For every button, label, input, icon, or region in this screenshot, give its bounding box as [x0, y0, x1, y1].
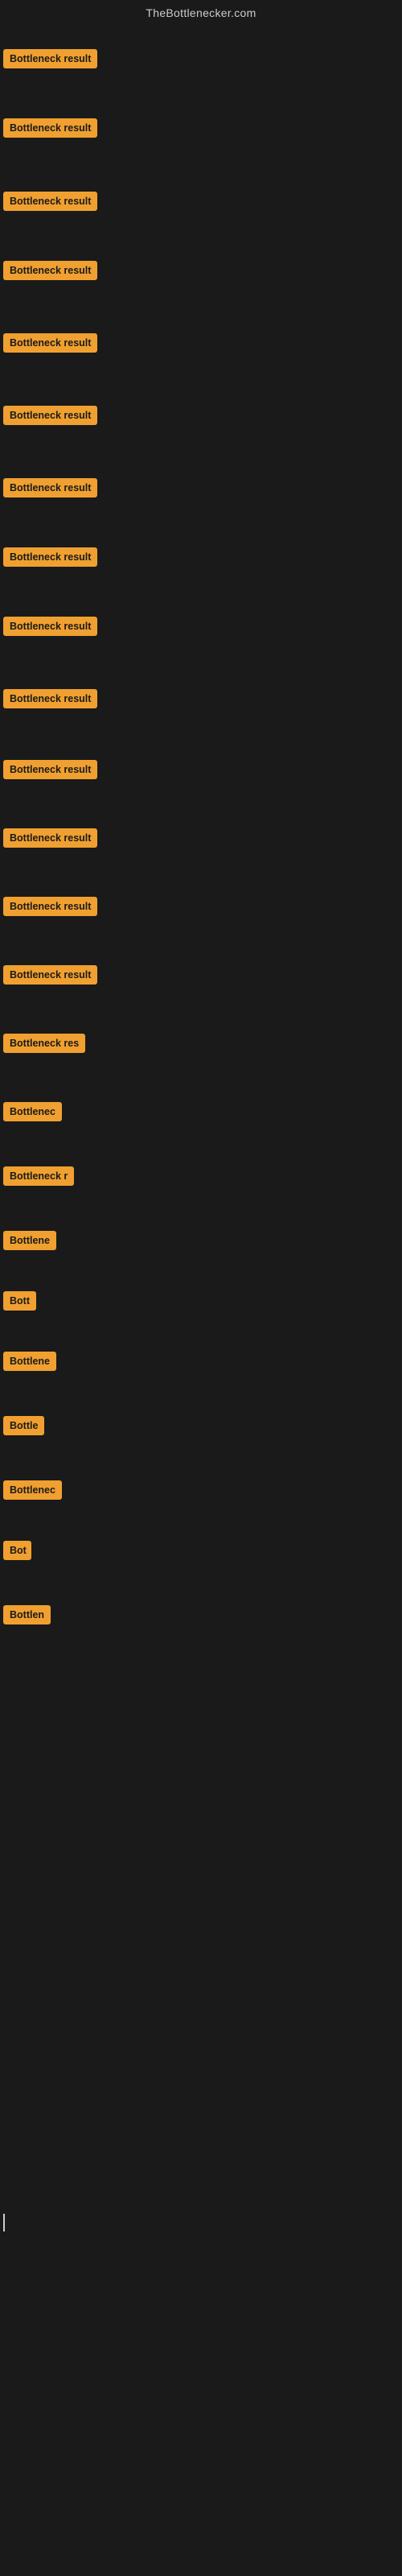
result-row-9: Bottleneck result — [0, 613, 100, 643]
result-row-3: Bottleneck result — [0, 188, 100, 218]
result-row-1: Bottleneck result — [0, 46, 100, 76]
bottleneck-badge-6[interactable]: Bottleneck result — [3, 406, 97, 425]
bottleneck-badge-15[interactable]: Bottleneck res — [3, 1034, 85, 1053]
bottleneck-badge-23[interactable]: Bot — [3, 1541, 31, 1560]
result-row-15: Bottleneck res — [0, 1030, 88, 1060]
result-row-5: Bottleneck result — [0, 330, 100, 360]
result-row-16: Bottlenec — [0, 1099, 65, 1129]
bottleneck-badge-16[interactable]: Bottlenec — [3, 1102, 62, 1121]
result-row-21: Bottle — [0, 1413, 47, 1443]
result-row-11: Bottleneck result — [0, 757, 100, 786]
site-title: TheBottlenecker.com — [0, 0, 402, 23]
result-row-6: Bottleneck result — [0, 402, 100, 432]
bottleneck-badge-5[interactable]: Bottleneck result — [3, 333, 97, 353]
bottleneck-badge-13[interactable]: Bottleneck result — [3, 897, 97, 916]
bottleneck-badge-10[interactable]: Bottleneck result — [3, 689, 97, 708]
result-row-8: Bottleneck result — [0, 544, 100, 574]
bottleneck-badge-12[interactable]: Bottleneck result — [3, 828, 97, 848]
result-row-4: Bottleneck result — [0, 258, 100, 287]
bottleneck-badge-22[interactable]: Bottlenec — [3, 1480, 62, 1500]
bottleneck-badge-8[interactable]: Bottleneck result — [3, 547, 97, 567]
bottleneck-badge-3[interactable]: Bottleneck result — [3, 192, 97, 211]
bottleneck-badge-18[interactable]: Bottlene — [3, 1231, 56, 1250]
bottleneck-badge-19[interactable]: Bott — [3, 1291, 36, 1311]
result-row-24: Bottlen — [0, 1602, 54, 1632]
bottleneck-badge-20[interactable]: Bottlene — [3, 1352, 56, 1371]
result-row-22: Bottlenec — [0, 1477, 65, 1507]
result-row-20: Bottlene — [0, 1348, 59, 1378]
bottleneck-badge-2[interactable]: Bottleneck result — [3, 118, 97, 138]
result-row-17: Bottleneck r — [0, 1163, 77, 1193]
result-row-13: Bottleneck result — [0, 894, 100, 923]
bottleneck-badge-24[interactable]: Bottlen — [3, 1605, 51, 1624]
result-row-19: Bott — [0, 1288, 39, 1318]
bottleneck-badge-9[interactable]: Bottleneck result — [3, 617, 97, 636]
result-row-10: Bottleneck result — [0, 686, 100, 716]
result-row-2: Bottleneck result — [0, 115, 100, 145]
bottleneck-badge-17[interactable]: Bottleneck r — [3, 1166, 74, 1186]
result-row-12: Bottleneck result — [0, 825, 100, 855]
cursor-indicator — [3, 2214, 5, 2231]
result-row-23: Bot — [0, 1538, 35, 1567]
bottleneck-badge-7[interactable]: Bottleneck result — [3, 478, 97, 497]
bottleneck-badge-14[interactable]: Bottleneck result — [3, 965, 97, 985]
page-wrapper: TheBottlenecker.com Bottleneck result Bot… — [0, 0, 402, 2576]
bottleneck-badge-11[interactable]: Bottleneck result — [3, 760, 97, 779]
result-row-14: Bottleneck result — [0, 962, 100, 992]
result-row-18: Bottlene — [0, 1228, 59, 1257]
bottleneck-badge-21[interactable]: Bottle — [3, 1416, 44, 1435]
result-row-7: Bottleneck result — [0, 475, 100, 505]
bottleneck-badge-4[interactable]: Bottleneck result — [3, 261, 97, 280]
bottleneck-badge-1[interactable]: Bottleneck result — [3, 49, 97, 68]
